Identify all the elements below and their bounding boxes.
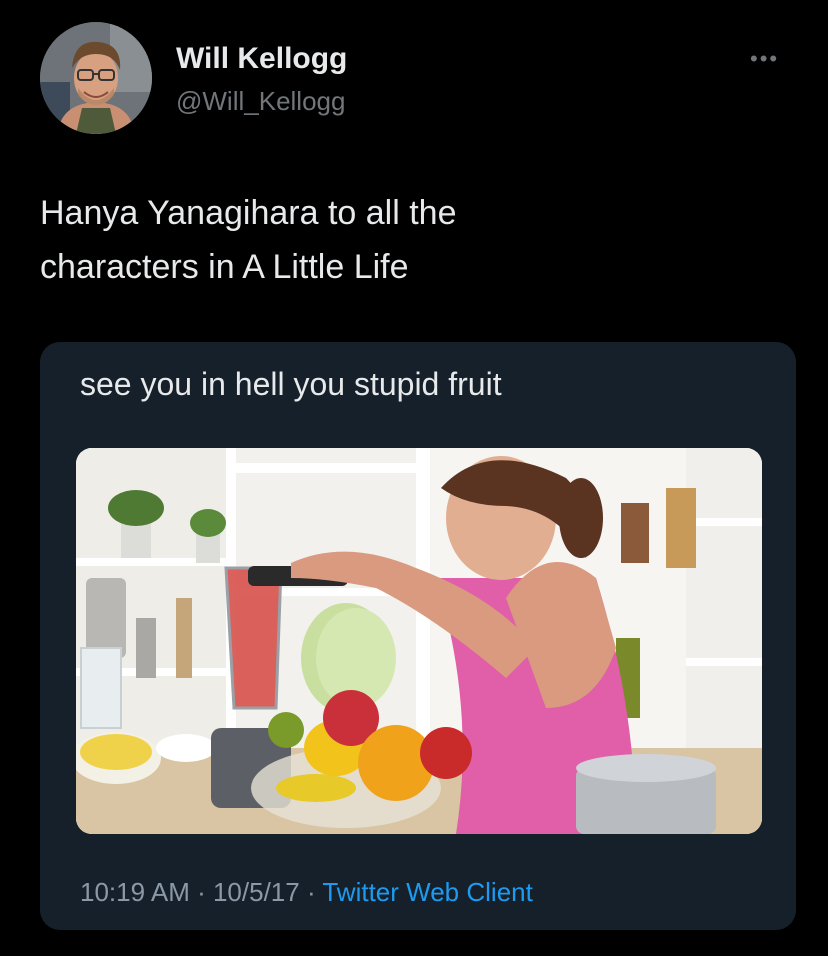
- tweet-time[interactable]: 10:19 AM: [80, 877, 190, 907]
- avatar-photo: [40, 22, 152, 134]
- more-options-icon[interactable]: •••: [750, 46, 779, 72]
- woman-blending-fruit-image: [76, 448, 762, 834]
- tweet-text: Hanya Yanagihara to all the characters i…: [40, 194, 457, 286]
- quoted-card-text: see you in hell you stupid fruit: [80, 366, 502, 402]
- quoted-card[interactable]: see you in hell you stupid fruit 10:19 A…: [40, 342, 796, 930]
- author-handle[interactable]: @Will_Kellogg: [176, 86, 345, 117]
- meta-separator: ·: [299, 877, 323, 907]
- meta-separator: ·: [189, 877, 213, 907]
- author-display-name[interactable]: Will Kellogg: [176, 42, 347, 76]
- tweet-date[interactable]: 10/5/17: [213, 877, 300, 907]
- author-avatar[interactable]: [40, 22, 152, 134]
- tweet-client-link[interactable]: Twitter Web Client: [322, 877, 532, 907]
- quoted-card-image[interactable]: [76, 448, 762, 834]
- tweet-metadata: 10:19 AM · 10/5/17 · Twitter Web Client: [80, 877, 533, 908]
